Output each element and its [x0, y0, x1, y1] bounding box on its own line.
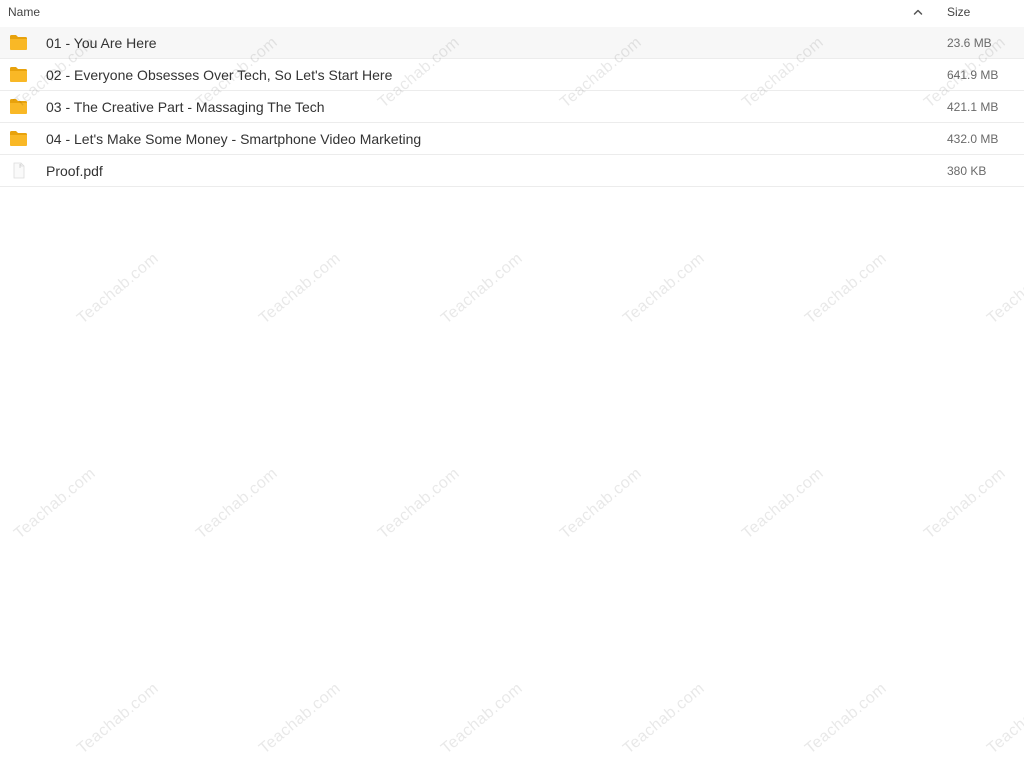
watermark: Teachab.com: [73, 679, 163, 758]
file-name: 02 - Everyone Obsesses Over Tech, So Let…: [46, 67, 393, 83]
watermark: Teachab.com: [192, 464, 282, 543]
file-size: 421.1 MB: [947, 100, 999, 114]
watermark: Teachab.com: [738, 464, 828, 543]
file-row[interactable]: Proof.pdf 380 KB: [0, 155, 1024, 187]
file-size: 23.6 MB: [947, 36, 992, 50]
file-row[interactable]: 04 - Let's Make Some Money - Smartphone …: [0, 123, 1024, 155]
file-name: 01 - You Are Here: [46, 35, 157, 51]
list-header: Name Size: [0, 0, 1024, 28]
watermark: Teachab.com: [801, 679, 891, 758]
watermark: Teachab.com: [10, 464, 100, 543]
watermark: Teachab.com: [801, 249, 891, 328]
watermark: Teachab.com: [437, 249, 527, 328]
watermark: Teachab.com: [556, 464, 646, 543]
file-row[interactable]: 01 - You Are Here 23.6 MB: [0, 27, 1024, 59]
watermark: Teachab.com: [983, 679, 1024, 758]
chevron-up-icon[interactable]: [912, 6, 924, 18]
folder-icon: [10, 99, 27, 114]
folder-icon: [10, 131, 27, 146]
watermark: Teachab.com: [920, 464, 1010, 543]
watermark: Teachab.com: [255, 679, 345, 758]
watermark: Teachab.com: [437, 679, 527, 758]
file-size: 432.0 MB: [947, 132, 999, 146]
watermark: Teachab.com: [619, 249, 709, 328]
watermark: Teachab.com: [619, 679, 709, 758]
size-column-header[interactable]: Size: [947, 5, 970, 19]
file-size: 380 KB: [947, 164, 987, 178]
file-name: 03 - The Creative Part - Massaging The T…: [46, 99, 325, 115]
name-column-header[interactable]: Name: [8, 5, 40, 19]
watermark: Teachab.com: [983, 249, 1024, 328]
watermark: Teachab.com: [73, 249, 163, 328]
file-name: 04 - Let's Make Some Money - Smartphone …: [46, 131, 422, 147]
watermark: Teachab.com: [255, 249, 345, 328]
file-list: 01 - You Are Here 23.6 MB 02 - Everyone …: [0, 27, 1024, 187]
file-row[interactable]: 03 - The Creative Part - Massaging The T…: [0, 91, 1024, 123]
file-name: Proof.pdf: [46, 163, 103, 179]
file-size: 641.9 MB: [947, 68, 999, 82]
file-row[interactable]: 02 - Everyone Obsesses Over Tech, So Let…: [0, 59, 1024, 91]
pdf-file-icon: [13, 162, 25, 179]
watermark: Teachab.com: [374, 464, 464, 543]
folder-icon: [10, 35, 27, 50]
folder-icon: [10, 67, 27, 82]
file-browser: Name Size 01 - You Are Here 23.6 MB 02 -…: [0, 0, 1024, 768]
